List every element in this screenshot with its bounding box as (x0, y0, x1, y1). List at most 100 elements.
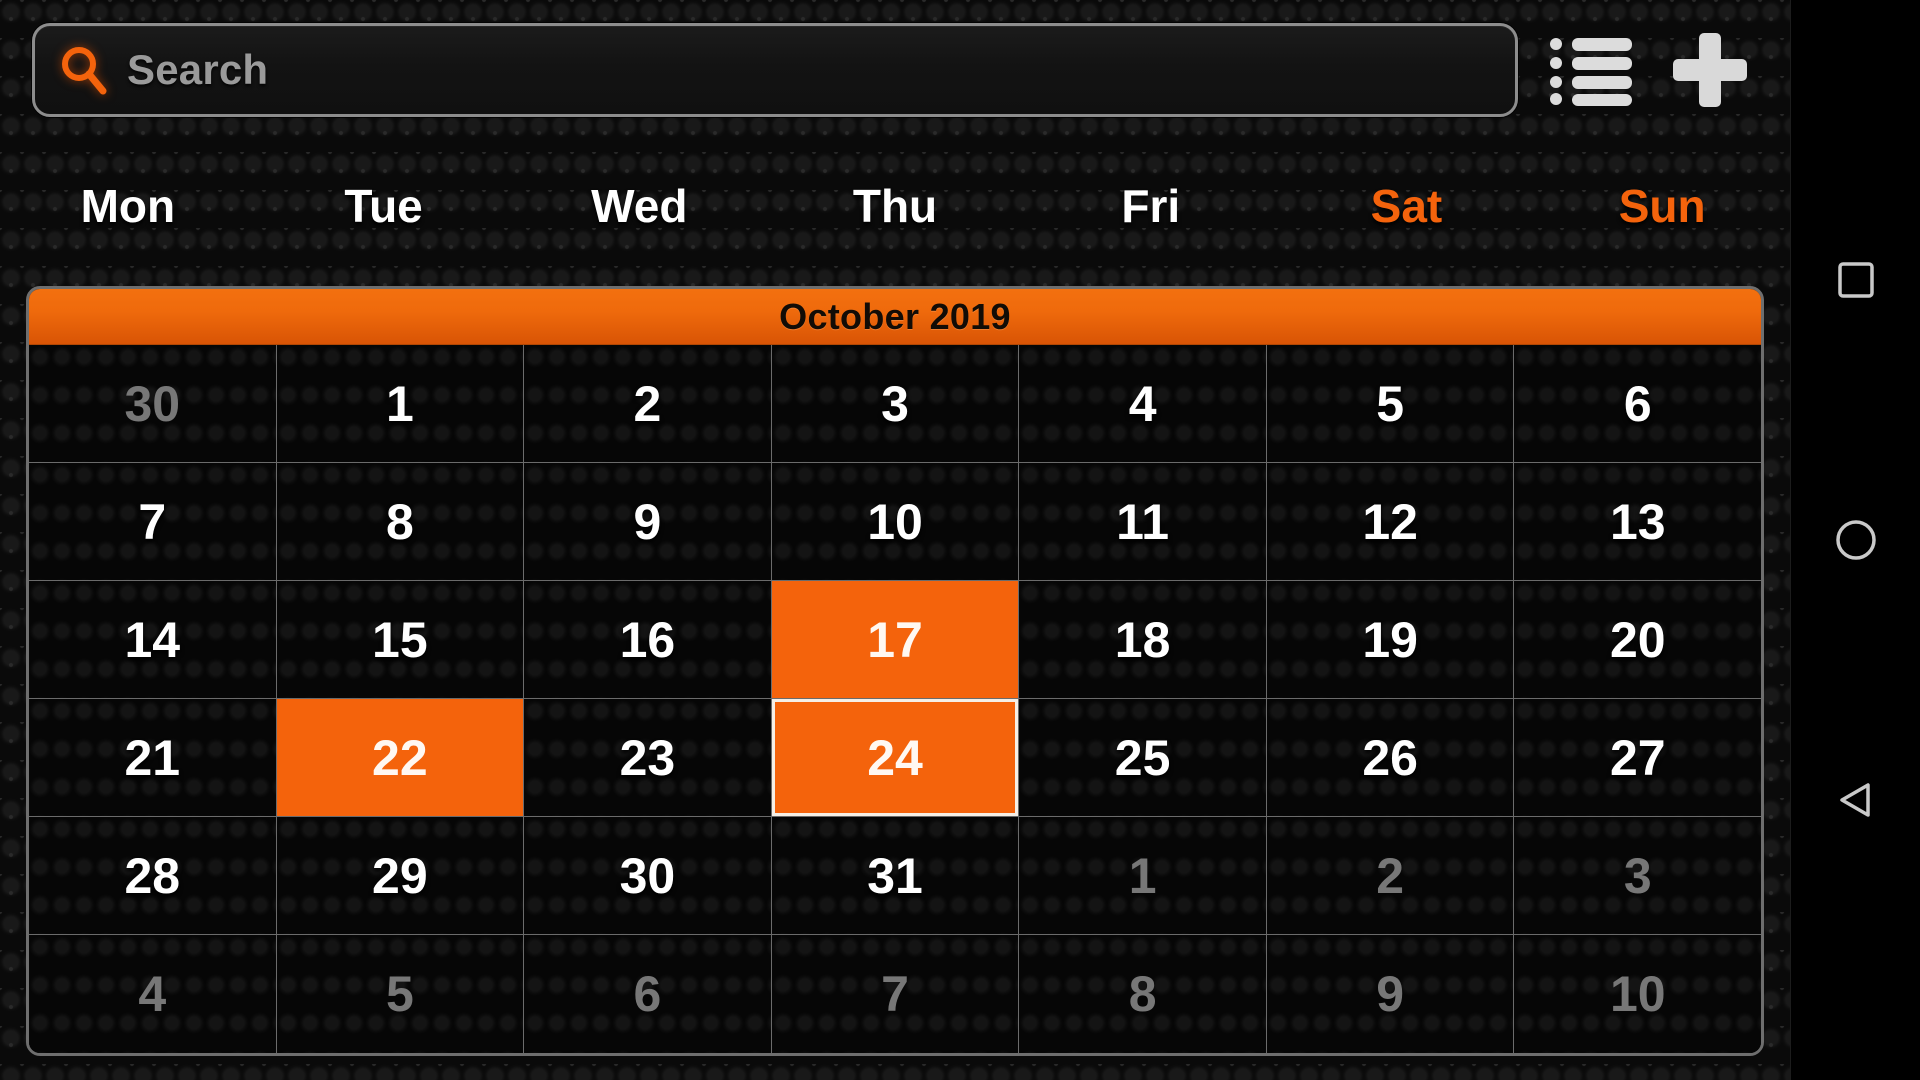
calendar-day-cell[interactable]: 9 (524, 463, 772, 581)
calendar-day-cell[interactable]: 20 (1514, 581, 1761, 699)
weekday-label-tue: Tue (344, 180, 423, 232)
calendar-app: Search Mon Tue Wed Thu Fri Sat Sun Octob… (0, 0, 1920, 1080)
calendar-day-cell[interactable]: 3 (1514, 817, 1761, 935)
weekday-label-sat: Sat (1370, 180, 1443, 232)
calendar-day-cell[interactable]: 3 (771, 345, 1020, 463)
calendar-week-row: 30 1 2 3 4 5 6 (29, 345, 1761, 463)
calendar-day-cell[interactable]: 1 (276, 345, 525, 463)
search-placeholder-text: Search (127, 46, 269, 93)
calendar-day-cell[interactable]: 7 (29, 463, 277, 581)
calendar-day-cell[interactable]: 15 (276, 581, 525, 699)
weekday-label-fri: Fri (1121, 180, 1181, 232)
calendar-day-cell[interactable]: 23 (524, 699, 772, 817)
calendar-day-cell[interactable]: 7 (771, 935, 1020, 1053)
day-number: 16 (619, 611, 676, 668)
back-button[interactable] (1826, 770, 1886, 830)
day-number: 24 (867, 729, 923, 786)
calendar-day-cell[interactable]: 30 (524, 817, 772, 935)
calendar-week-row: 4 5 6 7 8 9 10 (29, 935, 1761, 1053)
calendar-day-cell[interactable]: 19 (1266, 581, 1515, 699)
calendar-day-cell[interactable]: 22 (276, 699, 525, 817)
calendar-day-cell[interactable]: 5 (276, 935, 525, 1053)
day-number: 7 (881, 966, 909, 1022)
day-number: 12 (1362, 493, 1418, 550)
day-number: 27 (1609, 729, 1666, 786)
month-title: October 2019 (779, 295, 1011, 337)
day-number: 30 (619, 847, 676, 904)
calendar-day-cell[interactable]: 10 (771, 463, 1020, 581)
calendar-day-cell[interactable]: 16 (524, 581, 772, 699)
weekday-header: Mon Tue Wed Thu Fri Sat Sun (0, 140, 1790, 272)
day-number: 1 (1128, 847, 1157, 904)
calendar-day-cell[interactable]: 31 (771, 817, 1020, 935)
calendar-day-cell[interactable]: 13 (1514, 463, 1761, 581)
calendar-day-cell[interactable]: 2 (524, 345, 772, 463)
calendar-weeks: 30 1 2 3 4 5 6 7 8 9 10 11 12 13 14 15 16 17 18 19 20 21 22 23 2… (29, 345, 1761, 1053)
calendar-day-cell[interactable]: 17 (771, 581, 1020, 699)
calendar-day-cell[interactable]: 25 (1019, 699, 1267, 817)
add-event-button[interactable] (1658, 18, 1762, 122)
day-number: 1 (385, 375, 414, 432)
day-number: 10 (1609, 966, 1666, 1022)
weekday-label-mon: Mon (80, 180, 176, 232)
calendar-week-row: 14 15 16 17 18 19 20 (29, 581, 1761, 699)
plus-icon (1673, 33, 1747, 107)
calendar-day-cell[interactable]: 4 (1019, 345, 1267, 463)
home-button[interactable] (1826, 510, 1886, 570)
search-input[interactable]: Search (32, 23, 1518, 117)
circle-home-icon (1835, 520, 1876, 560)
top-toolbar: Search (0, 0, 1790, 140)
weekday-label-thu: Thu (852, 180, 938, 232)
day-number: 10 (867, 493, 923, 550)
day-number: 15 (372, 611, 428, 668)
day-number: 4 (1128, 375, 1157, 432)
day-number: 6 (633, 966, 662, 1022)
calendar-day-cell[interactable]: 10 (1514, 935, 1761, 1053)
day-number: 28 (124, 847, 181, 904)
calendar-day-cell[interactable]: 14 (29, 581, 277, 699)
day-number: 2 (633, 375, 662, 432)
day-number: 26 (1362, 729, 1418, 786)
calendar-day-cell[interactable]: 18 (1019, 581, 1267, 699)
calendar-day-cell[interactable]: 8 (1019, 935, 1267, 1053)
calendar-day-cell[interactable]: 28 (29, 817, 277, 935)
calendar-day-cell[interactable]: 1 (1019, 817, 1267, 935)
calendar-day-cell[interactable]: 24 (771, 699, 1020, 817)
calendar-day-cell[interactable]: 8 (276, 463, 525, 581)
day-number: 29 (372, 847, 428, 904)
square-recents-icon (1837, 262, 1874, 298)
calendar-day-cell[interactable]: 2 (1266, 817, 1515, 935)
calendar-day-cell[interactable]: 6 (1514, 345, 1761, 463)
day-number: 21 (124, 729, 181, 786)
calendar-day-cell[interactable]: 9 (1266, 935, 1515, 1053)
day-number: 22 (372, 729, 428, 786)
calendar-day-cell[interactable]: 21 (29, 699, 277, 817)
day-number: 8 (385, 493, 414, 550)
day-number: 25 (1114, 729, 1171, 786)
calendar-day-cell[interactable]: 29 (276, 817, 525, 935)
calendar-day-cell[interactable]: 4 (29, 935, 277, 1053)
calendar-grid: October 2019 30 1 2 3 4 5 6 7 8 9 10 11 12 13 14 15 16 17… (26, 286, 1764, 1056)
list-view-button[interactable] (1540, 18, 1644, 122)
day-number: 30 (124, 375, 181, 432)
calendar-day-cell[interactable]: 12 (1266, 463, 1515, 581)
calendar-day-cell[interactable]: 30 (29, 345, 277, 463)
day-number: 31 (867, 847, 923, 904)
day-number: 5 (1376, 375, 1405, 432)
day-number: 5 (385, 966, 414, 1022)
calendar-week-row: 28 29 30 31 1 2 3 (29, 817, 1761, 935)
month-header[interactable]: October 2019 (29, 289, 1761, 345)
day-number: 18 (1114, 611, 1171, 668)
day-number: 11 (1116, 493, 1170, 550)
calendar-day-cell[interactable]: 11 (1019, 463, 1267, 581)
android-navigation-bar (1790, 0, 1920, 1080)
day-number: 9 (1376, 966, 1405, 1022)
day-number: 23 (619, 729, 676, 786)
calendar-day-cell[interactable]: 27 (1514, 699, 1761, 817)
main-content: Search Mon Tue Wed Thu Fri Sat Sun Octob… (0, 0, 1790, 1080)
search-icon (62, 47, 107, 95)
recents-button[interactable] (1826, 250, 1886, 310)
calendar-day-cell[interactable]: 6 (524, 935, 772, 1053)
calendar-day-cell[interactable]: 5 (1266, 345, 1515, 463)
calendar-day-cell[interactable]: 26 (1266, 699, 1515, 817)
